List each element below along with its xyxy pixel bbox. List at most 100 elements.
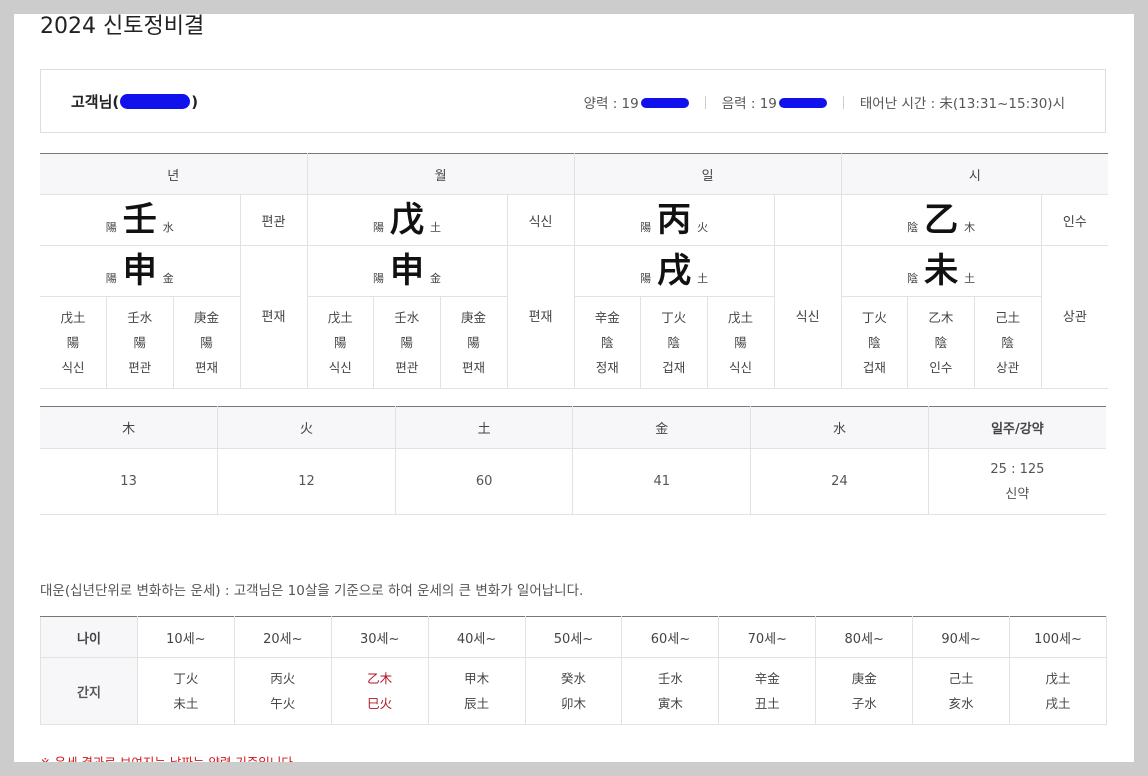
daeun-table: 나이 10세~ 20세~ 30세~ 40세~ 50세~ 60세~ 70세~ 80세~ 90세~ 10… <box>40 616 1107 725</box>
hidden-stem-tengod: 겁재 <box>862 360 886 375</box>
customer-name-suffix: ) <box>191 93 199 111</box>
element-label: 土 <box>964 272 976 285</box>
branch-row: 陽申金 편재 陽申金 편재 陽戌土 식신 陰未土 상관 <box>40 245 1109 389</box>
pillar-branch-char: 陽申金 <box>373 251 441 291</box>
hidden-stem-char: 庚金 <box>461 310 487 325</box>
stem-tengod: 편관 <box>239 194 308 246</box>
daeun-age: 20세~ <box>233 616 332 658</box>
element-label: 土 <box>430 221 442 234</box>
customer-name-prefix: 고객님( <box>71 93 120 111</box>
branch-tengod: 편재 <box>506 245 575 389</box>
element-label: 火 <box>697 221 709 234</box>
pillar-stem-char: 陽丙火 <box>640 200 708 240</box>
element-header: 火 <box>217 406 396 449</box>
hidden-stem-cell: 丁火陰 겁재 <box>640 296 708 389</box>
hidden-stem-yinyang: 陰 <box>601 335 614 350</box>
yin-yang-label: 陽 <box>640 272 652 285</box>
hidden-stem-tengod: 편재 <box>194 360 218 375</box>
hidden-stem-tengod: 편관 <box>395 360 419 375</box>
stem-character: 丙 <box>657 200 692 240</box>
daeun-age-row: 나이 10세~ 20세~ 30세~ 40세~ 50세~ 60세~ 70세~ 80세~ 90세~ 10… <box>40 616 1107 658</box>
branch-character: 申 <box>390 251 425 291</box>
branch-tengod: 식신 <box>773 245 842 389</box>
hidden-stem-yinyang: 陰 <box>1001 335 1014 350</box>
yin-yang-label: 陽 <box>105 272 117 285</box>
redaction-mask <box>640 98 689 108</box>
strength-cell: 25 : 125 신약 <box>927 448 1106 515</box>
pillar-branch-cell: 陰未土 <box>840 245 1042 297</box>
hidden-stem-cell: 辛金陰 정재 <box>573 296 642 389</box>
pillar-header: 일 <box>573 153 842 195</box>
pillar-stem-cell: 陽戊土 <box>306 194 508 246</box>
element-value: 12 <box>217 448 396 515</box>
pillar-header: 시 <box>840 153 1109 195</box>
hidden-stem-char: 乙木 <box>928 310 954 325</box>
hidden-stem-cell: 丁火陰 겁재 <box>840 296 909 389</box>
stem-character: 戊 <box>390 200 425 240</box>
daeun-age: 90세~ <box>912 616 1011 658</box>
element-value: 60 <box>394 448 574 515</box>
daeun-stem: 壬水 <box>657 671 683 686</box>
yin-yang-label: 陽 <box>105 221 117 234</box>
hidden-stem-char: 戊土 <box>728 310 754 325</box>
ganji-row-label: 간지 <box>40 657 138 725</box>
yin-yang-label: 陽 <box>373 272 385 285</box>
daeun-age: 10세~ <box>136 616 235 658</box>
element-header: 土 <box>394 406 574 449</box>
hidden-stem-char: 庚金 <box>193 310 219 325</box>
stem-tengod: 인수 <box>1040 194 1109 246</box>
hidden-stem-yinyang: 陰 <box>934 335 948 350</box>
hidden-stem-char: 戊土 <box>327 310 353 325</box>
stem-tengod: 식신 <box>506 194 575 246</box>
elements-value-row: 13 12 60 41 24 25 : 125 신약 <box>40 448 1106 515</box>
daeun-branch: 子水 <box>851 696 877 711</box>
hidden-stem-char: 壬水 <box>127 310 153 325</box>
daeun-age: 80세~ <box>815 616 914 658</box>
pillar-branch-cell: 陽申金 <box>40 245 241 297</box>
daeun-stem: 己土 <box>948 671 974 686</box>
hidden-stem-cell: 壬水陽 편관 <box>106 296 174 389</box>
page-title: 2024 신토정비결 <box>40 14 205 39</box>
daeun-description: 대운(십년단위로 변화하는 운세) : 고객님은 10살을 기준으로 하여 운세… <box>40 583 584 599</box>
daeun-ganji-cell: 乙木 巳火 <box>330 657 429 725</box>
hidden-stem-cell: 乙木陰 인수 <box>907 296 975 389</box>
daeun-branch: 巳火 <box>367 696 393 711</box>
daeun-stem: 辛金 <box>754 671 780 686</box>
hidden-stem-yinyang: 陽 <box>334 335 347 350</box>
daeun-branch: 辰土 <box>464 696 490 711</box>
hidden-stem-tengod: 인수 <box>929 360 953 375</box>
element-label: 金 <box>430 272 442 285</box>
stem-row: 陽壬水 편관 陽戊土 식신 陽丙火陰乙木 인수 <box>40 194 1109 246</box>
daeun-ganji-cell: 丙火 午火 <box>233 657 332 725</box>
branch-character: 申 <box>122 251 157 291</box>
hidden-stem-tengod: 상관 <box>996 360 1020 375</box>
five-elements-table: 木火土金水 일주/강약 13 12 60 41 24 25 : 125 신약 <box>40 406 1106 515</box>
hidden-stem-yinyang: 陽 <box>467 335 480 350</box>
hidden-stem-cell: 壬水陽 편관 <box>373 296 441 389</box>
page: 2024 신토정비결 고객님() 양력 : 19 음력 : 19 태어난 시간 … <box>14 14 1134 762</box>
hidden-stem-tengod: 식신 <box>61 360 85 375</box>
daeun-stem: 癸水 <box>560 671 586 686</box>
divider <box>704 95 706 109</box>
hidden-stems-row: 戊土陽 식신 壬水陽 편관 庚金陽 편재 戊土陽 식신 壬水陽 편관 庚金陽 편재 辛金陰 정재 丁火陰 겁재… <box>40 296 1108 389</box>
daeun-branch: 未土 <box>173 696 199 711</box>
daeun-age: 50세~ <box>524 616 623 658</box>
daeun-ganji-cell: 戊土 戌土 <box>1009 657 1107 725</box>
hidden-stem-yinyang: 陰 <box>667 335 681 350</box>
four-pillars-table: 년 월 일 시 陽壬水 편관 陽戊土 식신 陽丙火陰乙木 인수 陽申金 편재 陽申金 편재 陽戌土 식신 陰未土… <box>40 153 1109 389</box>
hidden-stem-yinyang: 陰 <box>868 335 881 350</box>
pillar-branch-char: 陰未土 <box>907 251 975 291</box>
solar-date: 양력 : 19 <box>584 92 689 112</box>
pillar-stem-char: 陽戊土 <box>373 200 441 240</box>
daeun-ganji-cell: 甲木 辰土 <box>427 657 526 725</box>
strength-label: 신약 <box>1005 486 1030 502</box>
birth-info: 양력 : 19 음력 : 19 태어난 시간 : 未(13:31~15:30)시 <box>584 92 1065 112</box>
hidden-stem-char: 壬水 <box>394 310 420 325</box>
hidden-stem-yinyang: 陽 <box>400 335 414 350</box>
daeun-branch: 寅木 <box>657 696 683 711</box>
daeun-stem: 丁火 <box>173 671 199 686</box>
daeun-ganji-cell: 己土 亥水 <box>912 657 1011 725</box>
stem-tengod <box>773 194 842 246</box>
customer-name: 고객님() <box>71 91 198 112</box>
element-value: 13 <box>40 448 219 515</box>
